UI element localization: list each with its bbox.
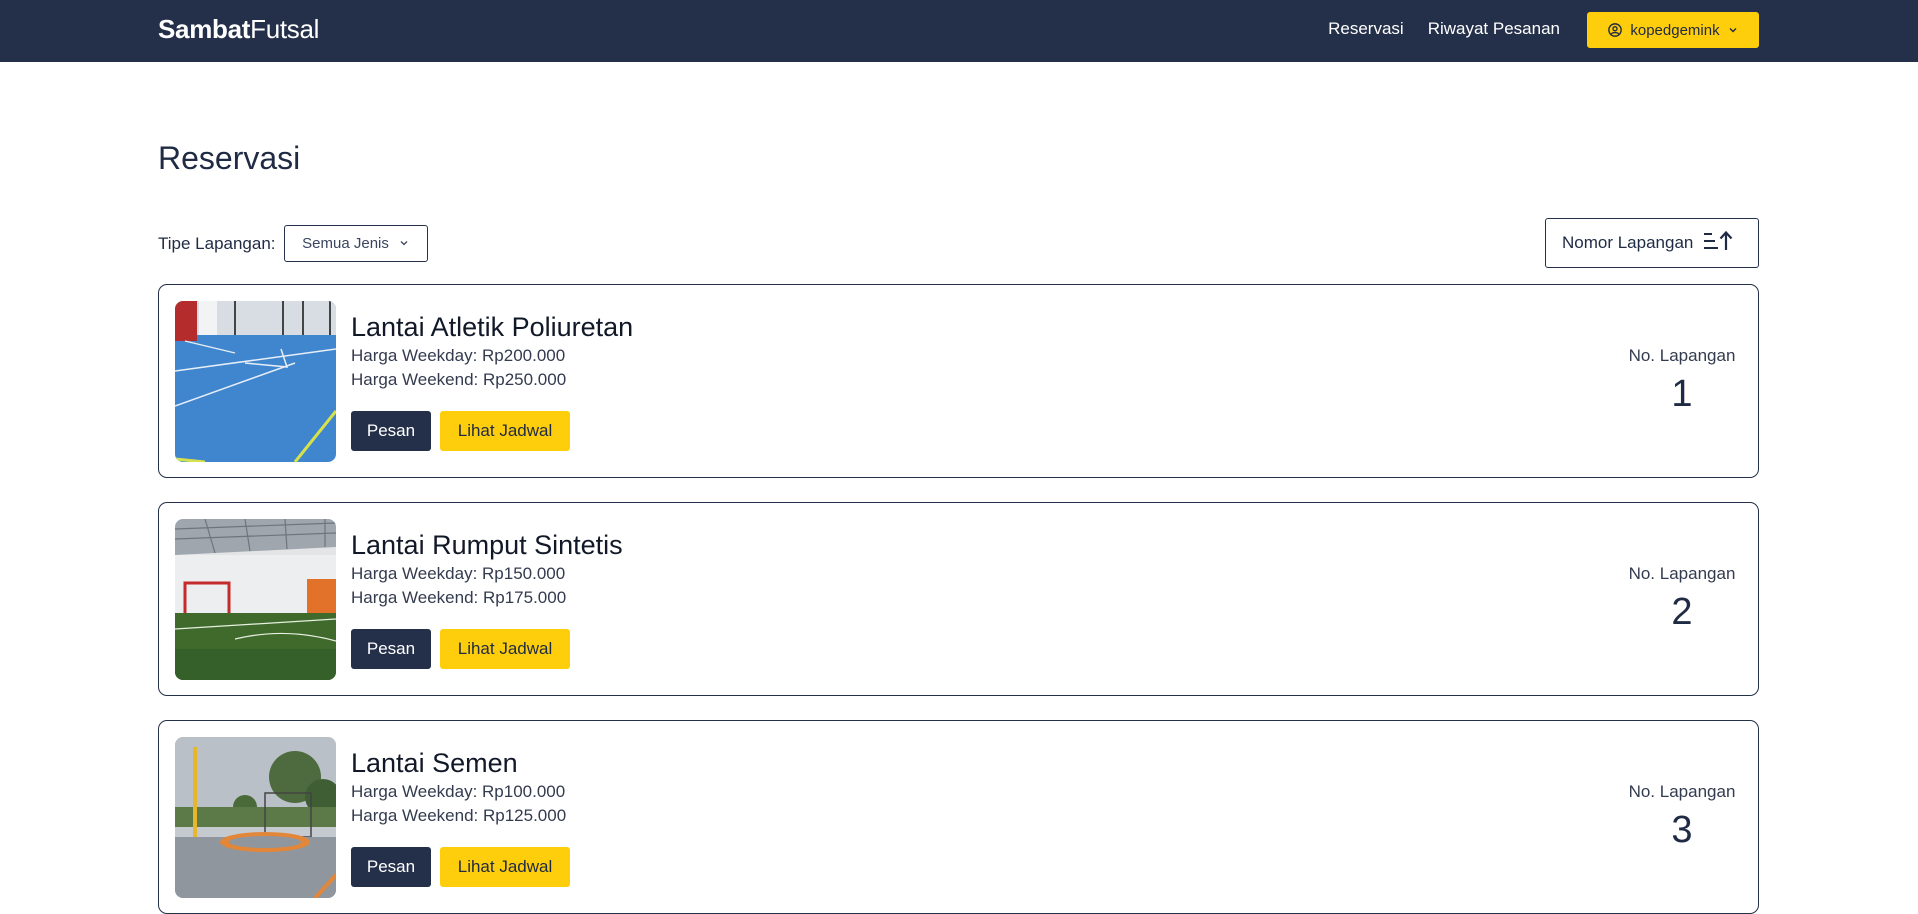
brand-logo[interactable]: SambatFutsal xyxy=(158,14,319,45)
user-circle-icon xyxy=(1608,23,1623,37)
court-name: Lantai Rumput Sintetis xyxy=(351,530,623,560)
court-photo xyxy=(175,519,336,680)
court-card: Lantai Semen Harga Weekday: Rp100.000 Ha… xyxy=(158,720,1759,914)
court-card: Lantai Atletik Poliuretan Harga Weekday:… xyxy=(158,284,1759,478)
nav-links: Reservasi Riwayat Pesanan xyxy=(1328,19,1560,39)
price-weekday: Harga Weekday: Rp100.000 xyxy=(351,782,566,801)
view-schedule-button[interactable]: Lihat Jadwal xyxy=(440,411,570,451)
court-name: Lantai Semen xyxy=(351,748,518,778)
court-number: 2 xyxy=(1671,591,1693,633)
court-name: Lantai Atletik Poliuretan xyxy=(351,312,634,342)
brand-bold: Sambat xyxy=(158,14,251,44)
nav-link-reservasi[interactable]: Reservasi xyxy=(1328,19,1404,39)
nav-link-riwayat-pesanan[interactable]: Riwayat Pesanan xyxy=(1428,19,1560,39)
chevron-down-icon xyxy=(399,235,409,252)
book-button[interactable]: Pesan xyxy=(351,411,431,451)
navbar: SambatFutsal Reservasi Riwayat Pesanan k… xyxy=(0,0,1918,62)
court-photo xyxy=(175,301,336,462)
sort-ascending-icon xyxy=(1703,230,1733,257)
view-schedule-button[interactable]: Lihat Jadwal xyxy=(440,847,570,887)
court-type-select[interactable]: Semua Jenis xyxy=(283,225,428,262)
filter-label: Tipe Lapangan: xyxy=(158,233,276,253)
user-menu-button[interactable]: kopedgemink xyxy=(1587,12,1759,48)
user-name: kopedgemink xyxy=(1630,21,1720,39)
court-number: 1 xyxy=(1671,373,1693,415)
brand-light: Futsal xyxy=(250,14,320,44)
book-button[interactable]: Pesan xyxy=(351,629,431,669)
price-weekday: Harga Weekday: Rp150.000 xyxy=(351,564,566,583)
court-number-label: No. Lapangan xyxy=(1628,564,1736,583)
type-filter: Tipe Lapangan: Semua Jenis xyxy=(158,225,428,262)
court-number: 3 xyxy=(1671,809,1693,851)
court-card: Lantai Rumput Sintetis Harga Weekday: Rp… xyxy=(158,502,1759,696)
court-photo xyxy=(175,737,336,898)
court-number-label: No. Lapangan xyxy=(1628,782,1736,801)
court-type-selected: Semua Jenis xyxy=(302,235,389,252)
view-schedule-button[interactable]: Lihat Jadwal xyxy=(440,629,570,669)
sort-button[interactable]: Nomor Lapangan xyxy=(1545,218,1759,268)
book-button[interactable]: Pesan xyxy=(351,847,431,887)
price-weekend: Harga Weekend: Rp250.000 xyxy=(351,370,567,389)
price-weekday: Harga Weekday: Rp200.000 xyxy=(351,346,566,365)
sort-label: Nomor Lapangan xyxy=(1562,233,1694,252)
chevron-down-icon xyxy=(1728,25,1738,35)
price-weekend: Harga Weekend: Rp175.000 xyxy=(351,588,567,607)
court-number-label: No. Lapangan xyxy=(1628,346,1736,365)
page-title: Reservasi xyxy=(158,140,301,176)
price-weekend: Harga Weekend: Rp125.000 xyxy=(351,806,567,825)
